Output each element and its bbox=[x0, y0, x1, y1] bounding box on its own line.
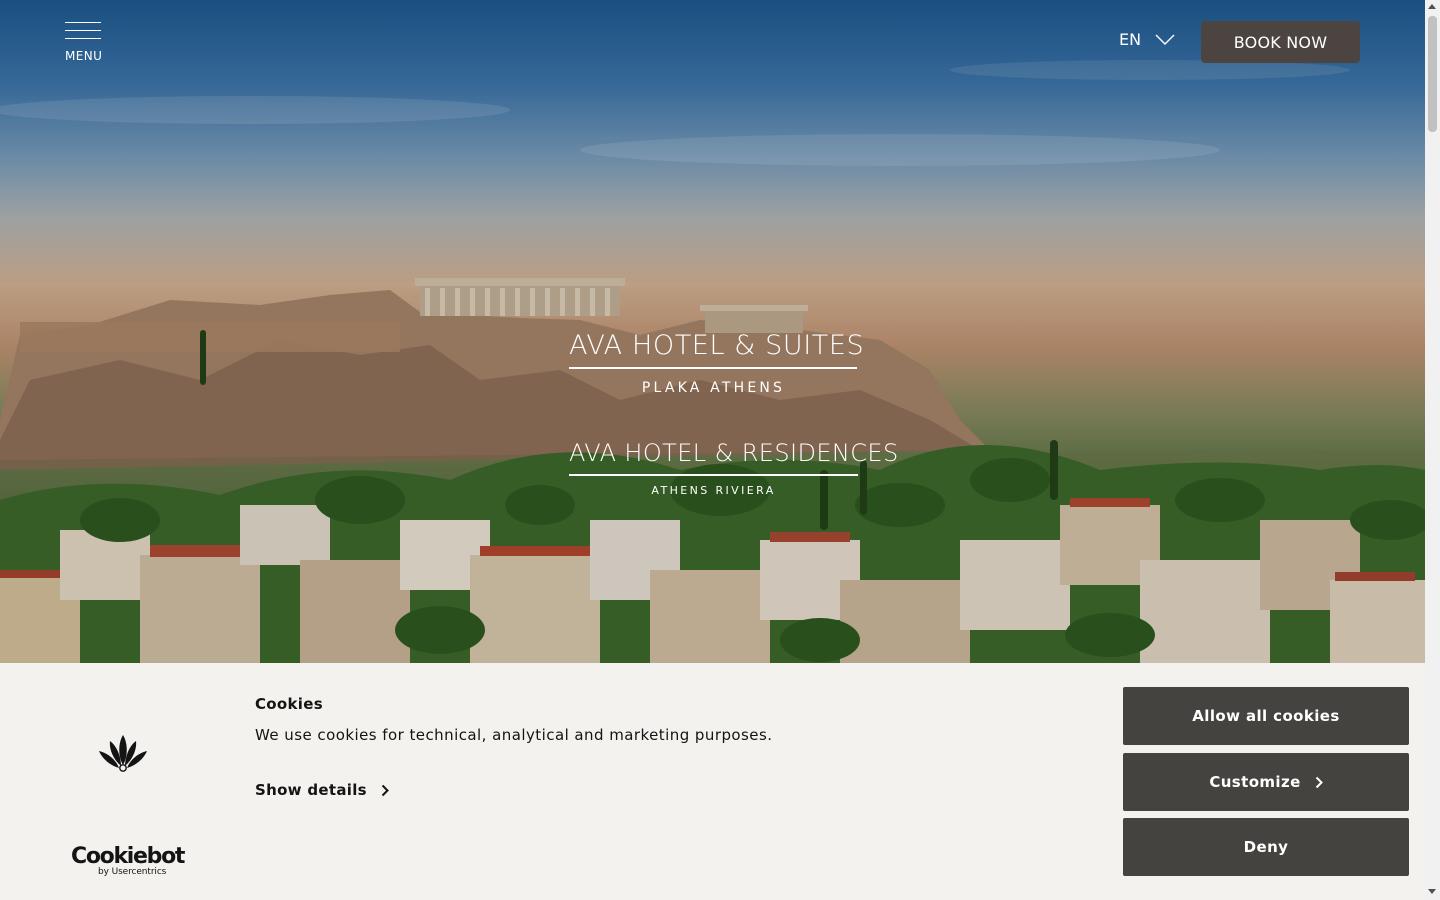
show-details-label: Show details bbox=[255, 781, 367, 799]
hotel-location: ATHENS RIVIERA bbox=[651, 484, 776, 497]
chevron-down-icon bbox=[1155, 34, 1175, 45]
scrollbar-thumb[interactable] bbox=[1428, 16, 1437, 132]
hotel-location: PLAKA ATHENS bbox=[641, 380, 786, 396]
hotel-name: AVA HOTEL & SUITES bbox=[569, 330, 865, 361]
language-code: EN bbox=[1119, 30, 1142, 49]
customize-button[interactable]: Customize bbox=[1123, 753, 1409, 811]
divider bbox=[569, 474, 858, 476]
menu-button[interactable]: MENU bbox=[64, 22, 104, 66]
chevron-right-icon bbox=[1315, 776, 1323, 788]
hotel-link-riviera[interactable]: AVA HOTEL & RESIDENCES ATHENS RIVIERA bbox=[569, 438, 899, 497]
cookiebot-flower-icon bbox=[99, 735, 147, 772]
chevron-right-icon bbox=[381, 784, 389, 796]
allow-all-cookies-button[interactable]: Allow all cookies bbox=[1123, 687, 1409, 745]
scroll-down-icon[interactable] bbox=[1428, 889, 1436, 894]
hotel-name: AVA HOTEL & RESIDENCES bbox=[569, 439, 899, 467]
scroll-up-icon[interactable] bbox=[1428, 4, 1436, 9]
page-scrollbar[interactable] bbox=[1425, 0, 1440, 900]
show-details-link[interactable]: Show details bbox=[255, 781, 389, 799]
hero-section: MENU EN BOOK NOW AVA HOTEL & SUITES PLAK… bbox=[0, 0, 1425, 663]
menu-label: MENU bbox=[65, 49, 103, 63]
book-now-button[interactable]: BOOK NOW bbox=[1201, 21, 1360, 63]
cookie-title: Cookies bbox=[255, 695, 323, 713]
language-selector[interactable]: EN bbox=[1119, 30, 1175, 49]
customize-label: Customize bbox=[1209, 773, 1301, 791]
cookiebot-logo[interactable]: Cookiebot by Usercentrics bbox=[71, 844, 185, 878]
cookie-description: We use cookies for technical, analytical… bbox=[255, 726, 773, 744]
divider bbox=[569, 367, 857, 369]
hamburger-icon bbox=[65, 22, 101, 23]
deny-button[interactable]: Deny bbox=[1123, 818, 1409, 876]
hotel-link-plaka[interactable]: AVA HOTEL & SUITES PLAKA ATHENS bbox=[569, 330, 865, 396]
brand-name: Cookiebot bbox=[71, 844, 185, 869]
